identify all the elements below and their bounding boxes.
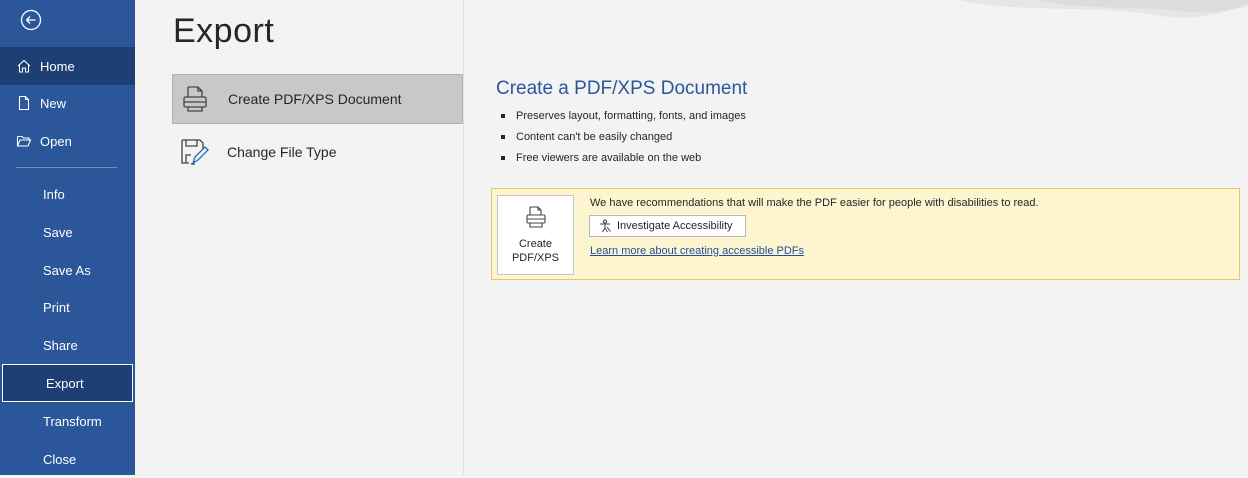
sidebar-item-label: Print — [43, 299, 70, 315]
option-label: Create PDF/XPS Document — [228, 91, 402, 107]
create-pdf-xps-button[interactable]: Create PDF/XPS — [497, 195, 574, 275]
bullet-icon — [501, 155, 505, 160]
sidebar-item-open[interactable]: Open — [0, 122, 135, 160]
sidebar-item-label: Share — [43, 337, 78, 353]
detail-title: Create a PDF/XPS Document — [496, 78, 748, 99]
sidebar-item-info[interactable]: Info — [0, 175, 135, 213]
sidebar-item-label: Info — [43, 186, 65, 202]
sidebar-item-label: Close — [43, 451, 77, 467]
sidebar-item-new[interactable]: New — [0, 84, 135, 122]
list-item: Content can't be easily changed — [501, 126, 746, 147]
sidebar-item-home[interactable]: Home — [0, 47, 135, 85]
feature-list: Preserves layout, formatting, fonts, and… — [501, 105, 746, 168]
bullet-icon — [501, 113, 505, 118]
sidebar-item-save[interactable]: Save — [0, 213, 135, 251]
bullet-icon — [501, 134, 505, 139]
sidebar-item-label: New — [40, 95, 67, 111]
create-pdf-xps-label: Create PDF/XPS — [511, 238, 560, 264]
back-arrow-icon[interactable] — [20, 9, 42, 31]
new-document-icon — [18, 95, 30, 111]
change-file-type-icon — [181, 139, 209, 165]
option-create-pdf-xps[interactable]: Create PDF/XPS Document — [172, 74, 463, 124]
sidebar-item-label: Export — [46, 375, 84, 391]
home-icon — [17, 59, 31, 73]
list-item: Preserves layout, formatting, fonts, and… — [501, 105, 746, 126]
banner-message: We have recommendations that will make t… — [590, 197, 1039, 209]
sidebar-item-close[interactable]: Close — [0, 440, 135, 478]
folder-open-icon — [16, 135, 32, 147]
sidebar-item-print[interactable]: Print — [0, 288, 135, 326]
investigate-accessibility-label: Investigate Accessibility — [617, 220, 733, 232]
option-label: Change File Type — [227, 144, 337, 160]
sidebar-item-label: Save As — [43, 262, 91, 278]
sidebar-item-label: Transform — [43, 413, 102, 429]
pdf-document-icon — [183, 86, 207, 112]
accessibility-icon — [600, 219, 611, 233]
pane-divider — [463, 0, 464, 475]
sidebar-divider — [16, 167, 117, 168]
header-decoration — [960, 0, 1248, 18]
learn-more-link[interactable]: Learn more about creating accessible PDF… — [590, 245, 804, 257]
list-item: Free viewers are available on the web — [501, 147, 746, 168]
sidebar-item-label: Save — [43, 224, 73, 240]
sidebar-item-share[interactable]: Share — [0, 326, 135, 364]
sidebar-item-save-as[interactable]: Save As — [0, 251, 135, 289]
option-change-file-type[interactable]: Change File Type — [172, 127, 463, 177]
sidebar-item-label: Open — [40, 133, 72, 149]
backstage-sidebar: Home New Open Info Save Save As Print Sh… — [0, 0, 135, 475]
page-title: Export — [173, 12, 275, 50]
accessibility-banner: Create PDF/XPS We have recommendations t… — [491, 188, 1240, 280]
sidebar-item-export[interactable]: Export — [2, 364, 133, 402]
sidebar-item-transform[interactable]: Transform — [0, 402, 135, 440]
pdf-document-icon — [525, 206, 546, 228]
sidebar-item-label: Home — [40, 58, 75, 74]
investigate-accessibility-button[interactable]: Investigate Accessibility — [589, 215, 746, 237]
